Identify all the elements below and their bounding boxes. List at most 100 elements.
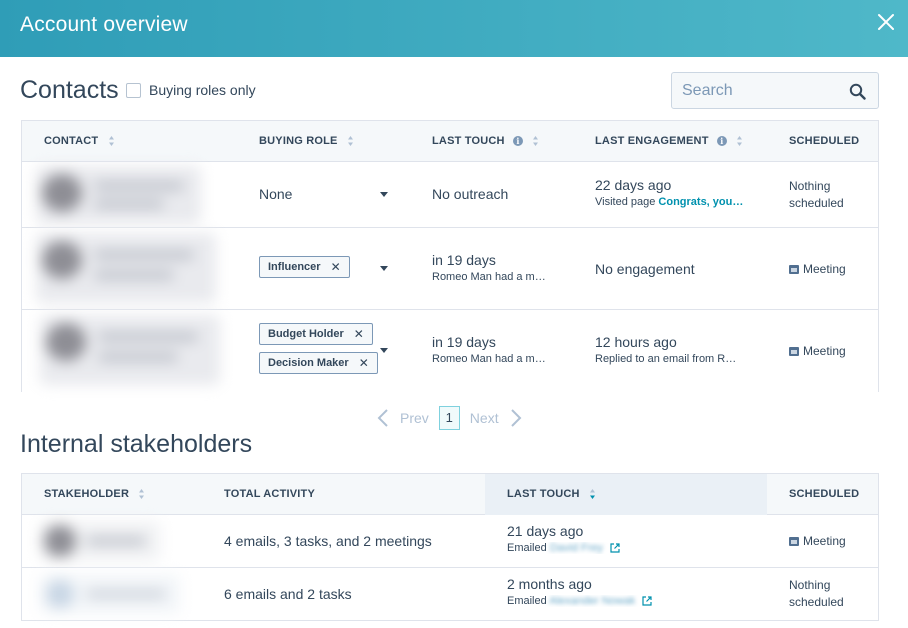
sort-icon	[108, 136, 114, 147]
last-touch-detail: Romeo Man had a m…	[432, 353, 546, 365]
column-header-last-touch[interactable]: LAST TOUCH	[432, 121, 539, 162]
last-touch-value: 21 days ago	[507, 523, 584, 539]
info-icon[interactable]	[512, 135, 523, 147]
column-header-contact[interactable]: CONTACT	[44, 121, 115, 162]
prev-page-button[interactable]: Prev	[400, 410, 429, 426]
buying-roles-only-checkbox[interactable]	[126, 82, 141, 98]
column-header-last-touch[interactable]: LAST TOUCH	[485, 474, 767, 515]
last-engagement-detail: Visited page Congrats, you…	[595, 196, 755, 208]
column-header-last-engagement-label: LAST ENGAGEMENT	[595, 135, 709, 147]
last-touch-cell: in 19 days Romeo Man had a m…	[432, 252, 557, 283]
calendar-icon	[789, 264, 799, 274]
search-icon[interactable]	[849, 83, 866, 100]
tag-label: Influencer	[268, 261, 321, 273]
scheduled-meeting[interactable]: Meeting	[789, 262, 846, 276]
buying-role-tags: Budget Holder ✕ Decision Maker ✕	[259, 323, 378, 374]
scheduled-label: Meeting	[803, 262, 846, 276]
buying-role-dropdown-caret[interactable]	[380, 266, 388, 271]
column-header-scheduled: SCHEDULED	[789, 135, 860, 147]
last-touch-value: No outreach	[432, 186, 509, 202]
last-touch-prefix: Emailed	[507, 595, 547, 607]
tag-label: Budget Holder	[268, 328, 344, 340]
last-engagement-value: 22 days ago	[595, 177, 672, 193]
avatar[interactable]	[40, 574, 180, 614]
column-header-last-touch-label: LAST TOUCH	[507, 488, 580, 500]
column-header-scheduled: SCHEDULED	[789, 488, 860, 500]
buying-role-tag: Decision Maker ✕	[259, 352, 378, 374]
stakeholders-table: STAKEHOLDER TOTAL ACTIVITY LAST TOUCH SC…	[21, 473, 879, 621]
scheduled-line-2: scheduled	[789, 595, 844, 609]
column-header-last-touch-label: LAST TOUCH	[432, 135, 505, 147]
close-button[interactable]	[876, 12, 896, 32]
last-touch-cell: 21 days ago Emailed David Frey	[507, 523, 620, 554]
remove-tag-icon[interactable]: ✕	[331, 260, 341, 274]
buying-roles-only-toggle[interactable]: Buying roles only	[126, 82, 256, 98]
contacts-table-header: CONTACT BUYING ROLE LAST TOUCH LAST ENGA…	[22, 121, 878, 162]
last-engagement-value: 12 hours ago	[595, 334, 677, 350]
column-header-stakeholder-label: STAKEHOLDER	[44, 488, 130, 500]
info-icon[interactable]	[716, 135, 727, 147]
last-engagement-cell: 12 hours ago Replied to an email from R…	[595, 334, 750, 365]
column-header-buying-role[interactable]: BUYING ROLE	[259, 121, 354, 162]
table-row: 4 emails, 3 tasks, and 2 meetings 21 day…	[22, 515, 878, 568]
buying-role-dropdown-caret[interactable]	[380, 192, 388, 197]
search-input[interactable]	[672, 73, 842, 108]
last-touch-value: in 19 days	[432, 334, 496, 350]
buying-roles-only-label: Buying roles only	[149, 82, 256, 98]
table-row: 6 emails and 2 tasks 2 months ago Emaile…	[22, 568, 878, 620]
last-touch-detail: Romeo Man had a m…	[432, 271, 546, 283]
scheduled-label: Meeting	[803, 534, 846, 548]
engagement-detail-prefix: Visited page	[595, 196, 659, 208]
table-row: Influencer ✕ in 19 days Romeo Man had a m…	[22, 228, 878, 310]
last-engagement-value: No engagement	[595, 261, 695, 277]
last-touch-value: in 19 days	[432, 252, 496, 268]
sort-icon	[589, 489, 595, 500]
close-icon	[878, 14, 894, 30]
next-page-button[interactable]: Next	[470, 410, 499, 426]
email-recipient-link[interactable]: Alexander Nowak	[549, 595, 635, 607]
total-activity-value: 4 emails, 3 tasks, and 2 meetings	[224, 533, 432, 549]
scheduled-line-1: Nothing	[789, 578, 831, 592]
last-touch-prefix: Emailed	[507, 542, 547, 554]
last-touch-detail: Emailed David Frey	[507, 542, 620, 554]
last-touch-value: 2 months ago	[507, 576, 592, 592]
sort-icon	[533, 136, 539, 147]
search-box	[671, 72, 879, 109]
column-header-contact-label: CONTACT	[44, 135, 99, 147]
avatar[interactable]	[40, 315, 220, 385]
engagement-page-link[interactable]: Congrats, you…	[658, 196, 743, 208]
avatar[interactable]	[40, 521, 160, 561]
current-page[interactable]: 1	[438, 406, 460, 430]
buying-role-tag: Influencer ✕	[259, 256, 350, 278]
buying-role-dropdown-caret[interactable]	[380, 348, 388, 353]
stakeholders-table-header: STAKEHOLDER TOTAL ACTIVITY LAST TOUCH SC…	[22, 474, 878, 515]
external-link-icon[interactable]	[610, 543, 620, 553]
pagination: Prev 1 Next	[376, 406, 523, 430]
last-engagement-detail: Replied to an email from R…	[595, 353, 737, 365]
scheduled-line-2: scheduled	[789, 196, 844, 210]
buying-role-tag: Budget Holder ✕	[259, 323, 373, 345]
table-row: Budget Holder ✕ Decision Maker ✕ in 19 day…	[22, 310, 878, 392]
table-row: None No outreach 22 days ago Visited pag…	[22, 162, 878, 228]
scheduled-meeting[interactable]: Meeting	[789, 534, 846, 548]
remove-tag-icon[interactable]: ✕	[359, 356, 369, 370]
chevron-right-icon[interactable]	[509, 408, 523, 428]
remove-tag-icon[interactable]: ✕	[354, 327, 364, 341]
internal-stakeholders-title: Internal stakeholders	[20, 430, 253, 458]
last-touch-cell: 2 months ago Emailed Alexander Nowak	[507, 576, 653, 607]
contacts-title: Contacts	[20, 76, 119, 104]
sort-icon	[139, 489, 145, 500]
external-link-icon[interactable]	[642, 596, 653, 606]
last-touch-cell: in 19 days Romeo Man had a m…	[432, 334, 557, 365]
avatar[interactable]	[36, 166, 201, 224]
column-header-stakeholder[interactable]: STAKEHOLDER	[44, 474, 145, 515]
column-header-last-engagement[interactable]: LAST ENGAGEMENT	[595, 121, 743, 162]
scheduled-meeting[interactable]: Meeting	[789, 344, 846, 358]
avatar[interactable]	[36, 233, 216, 303]
scheduled-line-1: Nothing	[789, 179, 831, 193]
email-recipient-link[interactable]: David Frey	[550, 542, 603, 554]
chevron-left-icon[interactable]	[376, 408, 390, 428]
tag-label: Decision Maker	[268, 357, 349, 369]
buying-role-value[interactable]: None	[259, 186, 292, 202]
contacts-table: CONTACT BUYING ROLE LAST TOUCH LAST ENGA…	[21, 120, 879, 392]
